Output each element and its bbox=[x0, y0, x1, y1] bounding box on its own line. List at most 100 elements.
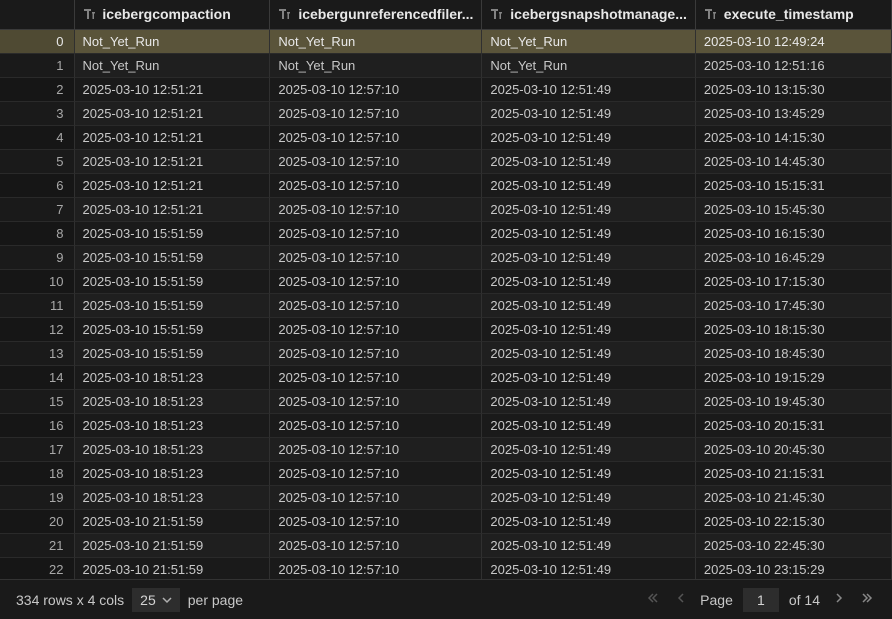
table-cell[interactable]: 2025-03-10 18:51:23 bbox=[75, 462, 271, 486]
table-row[interactable]: 92025-03-10 15:51:592025-03-10 12:57:102… bbox=[0, 246, 892, 270]
table-cell[interactable]: 2025-03-10 22:15:30 bbox=[696, 510, 892, 534]
row-number-cell[interactable]: 9 bbox=[0, 246, 75, 270]
table-cell[interactable]: 2025-03-10 12:51:49 bbox=[482, 366, 696, 390]
table-cell[interactable]: 2025-03-10 20:45:30 bbox=[696, 438, 892, 462]
table-cell[interactable]: 2025-03-10 12:51:49 bbox=[482, 318, 696, 342]
row-number-cell[interactable]: 11 bbox=[0, 294, 75, 318]
row-number-cell[interactable]: 1 bbox=[0, 54, 75, 78]
table-row[interactable]: 42025-03-10 12:51:212025-03-10 12:57:102… bbox=[0, 126, 892, 150]
table-cell[interactable]: 2025-03-10 12:51:49 bbox=[482, 78, 696, 102]
row-number-cell[interactable]: 19 bbox=[0, 486, 75, 510]
row-number-cell[interactable]: 0 bbox=[0, 30, 75, 54]
table-row[interactable]: 142025-03-10 18:51:232025-03-10 12:57:10… bbox=[0, 366, 892, 390]
table-cell[interactable]: 2025-03-10 12:51:49 bbox=[482, 270, 696, 294]
next-page-button[interactable] bbox=[830, 589, 848, 610]
table-row[interactable]: 52025-03-10 12:51:212025-03-10 12:57:102… bbox=[0, 150, 892, 174]
table-cell[interactable]: 2025-03-10 12:51:49 bbox=[482, 174, 696, 198]
page-input[interactable] bbox=[743, 588, 779, 612]
rownum-header[interactable] bbox=[0, 0, 75, 30]
table-cell[interactable]: 2025-03-10 13:45:29 bbox=[696, 102, 892, 126]
table-cell[interactable]: 2025-03-10 18:15:30 bbox=[696, 318, 892, 342]
table-cell[interactable]: 2025-03-10 12:57:10 bbox=[270, 366, 482, 390]
table-cell[interactable]: 2025-03-10 12:57:10 bbox=[270, 462, 482, 486]
column-header-icebergcompaction[interactable]: icebergcompaction bbox=[75, 0, 271, 30]
row-number-cell[interactable]: 21 bbox=[0, 534, 75, 558]
table-cell[interactable]: 2025-03-10 12:57:10 bbox=[270, 558, 482, 579]
table-cell[interactable]: 2025-03-10 21:51:59 bbox=[75, 534, 271, 558]
table-cell[interactable]: 2025-03-10 18:51:23 bbox=[75, 438, 271, 462]
table-row[interactable]: 212025-03-10 21:51:592025-03-10 12:57:10… bbox=[0, 534, 892, 558]
table-cell[interactable]: 2025-03-10 12:57:10 bbox=[270, 150, 482, 174]
table-cell[interactable]: 2025-03-10 12:57:10 bbox=[270, 78, 482, 102]
table-row[interactable]: 162025-03-10 18:51:232025-03-10 12:57:10… bbox=[0, 414, 892, 438]
table-cell[interactable]: 2025-03-10 21:51:59 bbox=[75, 558, 271, 579]
table-cell[interactable]: 2025-03-10 12:51:49 bbox=[482, 486, 696, 510]
table-cell[interactable]: 2025-03-10 18:45:30 bbox=[696, 342, 892, 366]
table-row[interactable]: 22025-03-10 12:51:212025-03-10 12:57:102… bbox=[0, 78, 892, 102]
row-number-cell[interactable]: 8 bbox=[0, 222, 75, 246]
first-page-button[interactable] bbox=[644, 589, 662, 610]
table-row[interactable]: 72025-03-10 12:51:212025-03-10 12:57:102… bbox=[0, 198, 892, 222]
row-number-cell[interactable]: 14 bbox=[0, 366, 75, 390]
table-row[interactable]: 202025-03-10 21:51:592025-03-10 12:57:10… bbox=[0, 510, 892, 534]
table-row[interactable]: 1Not_Yet_RunNot_Yet_RunNot_Yet_Run2025-0… bbox=[0, 54, 892, 78]
table-cell[interactable]: 2025-03-10 12:57:10 bbox=[270, 102, 482, 126]
table-cell[interactable]: 2025-03-10 12:51:21 bbox=[75, 174, 271, 198]
page-size-select[interactable]: 25 bbox=[132, 588, 180, 612]
table-cell[interactable]: 2025-03-10 22:45:30 bbox=[696, 534, 892, 558]
table-row[interactable]: 152025-03-10 18:51:232025-03-10 12:57:10… bbox=[0, 390, 892, 414]
table-cell[interactable]: 2025-03-10 12:51:49 bbox=[482, 102, 696, 126]
row-number-cell[interactable]: 7 bbox=[0, 198, 75, 222]
table-cell[interactable]: 2025-03-10 17:15:30 bbox=[696, 270, 892, 294]
table-cell[interactable]: 2025-03-10 12:51:49 bbox=[482, 462, 696, 486]
table-cell[interactable]: 2025-03-10 12:57:10 bbox=[270, 486, 482, 510]
row-number-cell[interactable]: 6 bbox=[0, 174, 75, 198]
row-number-cell[interactable]: 4 bbox=[0, 126, 75, 150]
table-cell[interactable]: 2025-03-10 12:57:10 bbox=[270, 534, 482, 558]
table-cell[interactable]: 2025-03-10 12:51:49 bbox=[482, 414, 696, 438]
table-cell[interactable]: 2025-03-10 12:57:10 bbox=[270, 126, 482, 150]
table-cell[interactable]: 2025-03-10 12:51:21 bbox=[75, 198, 271, 222]
table-cell[interactable]: 2025-03-10 12:51:49 bbox=[482, 390, 696, 414]
table-cell[interactable]: 2025-03-10 19:15:29 bbox=[696, 366, 892, 390]
table-cell[interactable]: 2025-03-10 15:15:31 bbox=[696, 174, 892, 198]
table-cell[interactable]: Not_Yet_Run bbox=[270, 54, 482, 78]
table-row[interactable]: 172025-03-10 18:51:232025-03-10 12:57:10… bbox=[0, 438, 892, 462]
table-cell[interactable]: 2025-03-10 21:15:31 bbox=[696, 462, 892, 486]
table-cell[interactable]: 2025-03-10 19:45:30 bbox=[696, 390, 892, 414]
row-number-cell[interactable]: 10 bbox=[0, 270, 75, 294]
table-cell[interactable]: 2025-03-10 12:57:10 bbox=[270, 342, 482, 366]
table-cell[interactable]: 2025-03-10 15:51:59 bbox=[75, 246, 271, 270]
table-cell[interactable]: 2025-03-10 18:51:23 bbox=[75, 390, 271, 414]
row-number-cell[interactable]: 13 bbox=[0, 342, 75, 366]
table-cell[interactable]: 2025-03-10 12:51:49 bbox=[482, 534, 696, 558]
table-cell[interactable]: 2025-03-10 12:57:10 bbox=[270, 246, 482, 270]
table-cell[interactable]: Not_Yet_Run bbox=[482, 30, 696, 54]
table-cell[interactable]: 2025-03-10 12:51:49 bbox=[482, 510, 696, 534]
column-header-icebergunreferencedfiler[interactable]: icebergunreferencedfiler... bbox=[270, 0, 482, 30]
table-cell[interactable]: 2025-03-10 12:57:10 bbox=[270, 270, 482, 294]
row-number-cell[interactable]: 16 bbox=[0, 414, 75, 438]
table-row[interactable]: 192025-03-10 18:51:232025-03-10 12:57:10… bbox=[0, 486, 892, 510]
table-cell[interactable]: 2025-03-10 14:45:30 bbox=[696, 150, 892, 174]
prev-page-button[interactable] bbox=[672, 589, 690, 610]
table-cell[interactable]: 2025-03-10 21:45:30 bbox=[696, 486, 892, 510]
table-cell[interactable]: 2025-03-10 12:51:49 bbox=[482, 294, 696, 318]
table-cell[interactable]: Not_Yet_Run bbox=[75, 30, 271, 54]
table-cell[interactable]: 2025-03-10 12:51:49 bbox=[482, 126, 696, 150]
table-cell[interactable]: 2025-03-10 15:51:59 bbox=[75, 318, 271, 342]
table-cell[interactable]: 2025-03-10 12:49:24 bbox=[696, 30, 892, 54]
table-cell[interactable]: 2025-03-10 18:51:23 bbox=[75, 366, 271, 390]
table-cell[interactable]: 2025-03-10 17:45:30 bbox=[696, 294, 892, 318]
table-row[interactable]: 32025-03-10 12:51:212025-03-10 12:57:102… bbox=[0, 102, 892, 126]
table-cell[interactable]: 2025-03-10 12:57:10 bbox=[270, 222, 482, 246]
table-cell[interactable]: 2025-03-10 18:51:23 bbox=[75, 486, 271, 510]
table-cell[interactable]: 2025-03-10 15:51:59 bbox=[75, 294, 271, 318]
row-number-cell[interactable]: 20 bbox=[0, 510, 75, 534]
table-cell[interactable]: 2025-03-10 14:15:30 bbox=[696, 126, 892, 150]
table-cell[interactable]: Not_Yet_Run bbox=[482, 54, 696, 78]
table-cell[interactable]: 2025-03-10 12:51:21 bbox=[75, 78, 271, 102]
table-cell[interactable]: 2025-03-10 12:51:21 bbox=[75, 126, 271, 150]
table-cell[interactable]: 2025-03-10 12:51:49 bbox=[482, 246, 696, 270]
row-number-cell[interactable]: 2 bbox=[0, 78, 75, 102]
